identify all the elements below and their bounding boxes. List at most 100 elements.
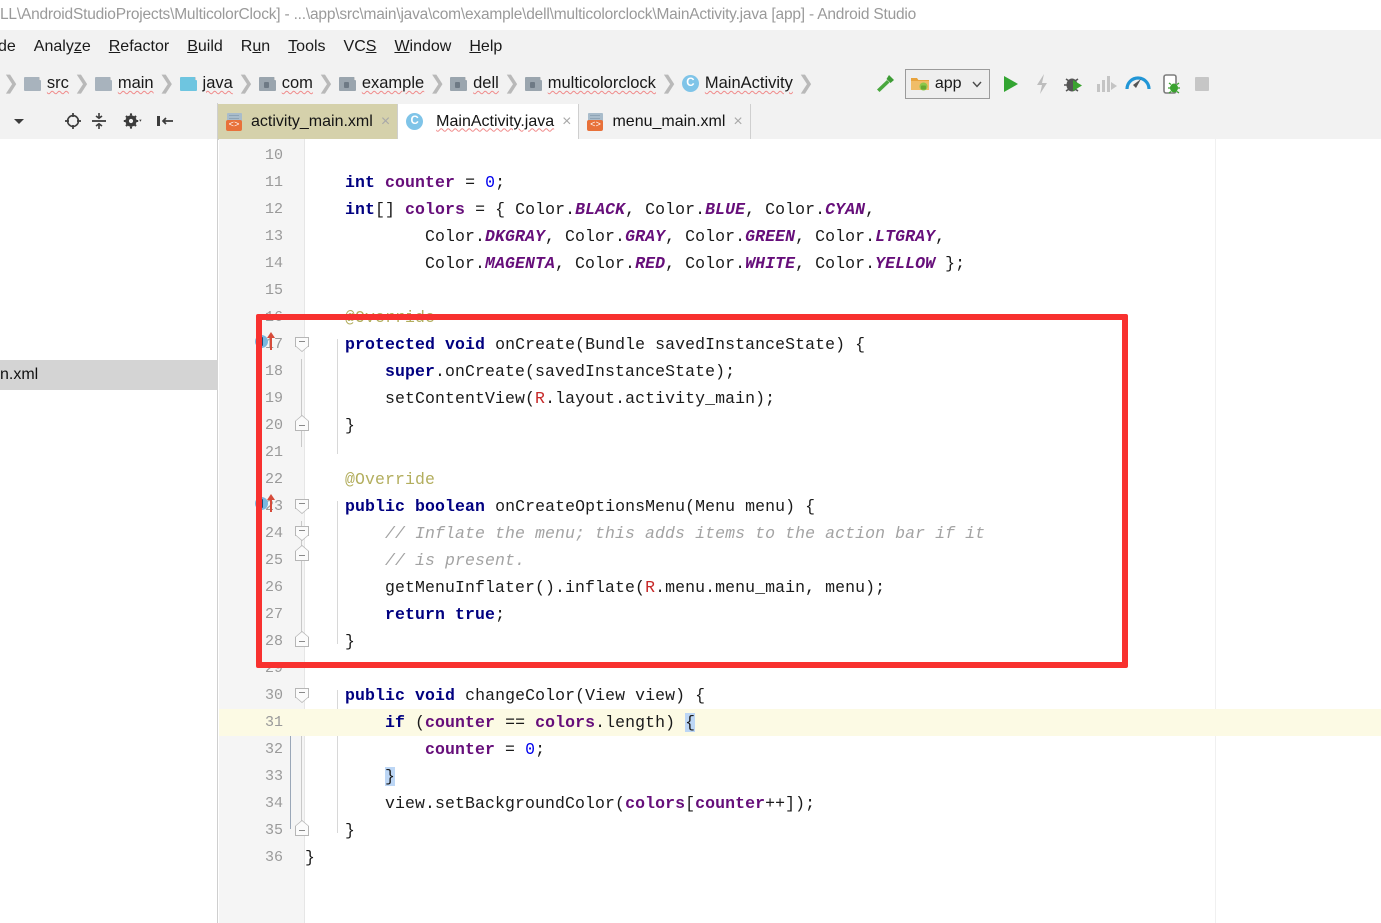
line-content[interactable]: int counter = 0; <box>305 169 505 196</box>
line-content[interactable]: } <box>305 817 355 844</box>
code-line-33[interactable]: 33 } <box>219 763 1381 790</box>
code-line-35[interactable]: 35 } <box>219 817 1381 844</box>
line-number: 25 <box>264 552 283 569</box>
code-line-18[interactable]: 18 super.onCreate(savedInstanceState); <box>219 358 1381 385</box>
menu-item-help[interactable]: Help <box>461 36 510 58</box>
menu-item-refactor[interactable]: Refactor <box>101 36 177 58</box>
collapse-all-icon[interactable] <box>86 108 112 134</box>
override-method-marker[interactable] <box>255 332 281 352</box>
line-content[interactable]: counter = 0; <box>305 736 545 763</box>
close-icon[interactable]: × <box>733 113 742 130</box>
menu-item-run[interactable]: Run <box>233 36 278 58</box>
menu-item-window[interactable]: Window <box>386 36 459 58</box>
tab-mainactivity-java[interactable]: C MainActivity.java × <box>398 104 580 139</box>
code-line-27[interactable]: 27 return true; <box>219 601 1381 628</box>
code-editor[interactable]: 10 11 int counter = 0; 12 int[] colors = {… <box>219 139 1381 923</box>
breadcrumb-item-example[interactable]: example <box>337 64 426 103</box>
code-line-36[interactable]: 36} <box>219 844 1381 871</box>
menu-item-analyze[interactable]: Analyze <box>26 36 99 58</box>
code-line-30[interactable]: 30 public void changeColor(View view) { <box>219 682 1381 709</box>
locate-target-icon[interactable] <box>60 108 86 134</box>
chevron-down-icon[interactable] <box>6 108 32 134</box>
line-content[interactable]: int[] colors = { Color.BLACK, Color.BLUE… <box>305 196 875 223</box>
breadcrumb-item-src[interactable]: src <box>22 64 71 103</box>
code-line-21[interactable]: 21 <box>219 439 1381 466</box>
menu-item-code[interactable]: de <box>0 36 24 58</box>
code-line-24[interactable]: 24 // Inflate the menu; this adds items … <box>219 520 1381 547</box>
code-line-25[interactable]: 25 // is present. <box>219 547 1381 574</box>
close-icon[interactable]: × <box>381 113 390 130</box>
line-content[interactable]: Color.DKGRAY, Color.GRAY, Color.GREEN, C… <box>305 223 945 250</box>
attach-debugger-phone-icon[interactable] <box>1154 68 1186 100</box>
code-line-28[interactable]: 28 } <box>219 628 1381 655</box>
run-play-icon[interactable] <box>994 68 1026 100</box>
fold-handle-collapse[interactable] <box>295 499 310 515</box>
code-line-12[interactable]: 12 int[] colors = { Color.BLACK, Color.B… <box>219 196 1381 223</box>
close-icon[interactable]: × <box>562 113 571 130</box>
hammer-icon[interactable] <box>869 68 901 100</box>
fold-handle-collapse[interactable] <box>295 337 310 353</box>
fold-handle-end[interactable] <box>295 545 310 561</box>
fold-handle-end[interactable] <box>295 415 310 431</box>
code-line-19[interactable]: 19 setContentView(R.layout.activity_main… <box>219 385 1381 412</box>
run-configuration-selector[interactable]: app <box>904 68 990 99</box>
line-content[interactable]: } <box>305 763 396 790</box>
tab-activity-main-xml[interactable]: <> activity_main.xml × <box>218 104 399 139</box>
line-content[interactable]: // is present. <box>305 547 525 574</box>
fold-handle-collapse[interactable] <box>295 688 310 704</box>
line-content[interactable]: return true; <box>305 601 505 628</box>
line-content[interactable]: } <box>305 412 355 439</box>
line-content[interactable]: if (counter == colors.length) { <box>305 709 696 736</box>
code-line-23[interactable]: 23 public boolean onCreateOptionsMenu(Me… <box>219 493 1381 520</box>
line-content[interactable]: Color.MAGENTA, Color.RED, Color.WHITE, C… <box>305 250 965 277</box>
breadcrumb-item-main[interactable]: main <box>93 64 156 103</box>
project-tree-selected-item[interactable]: n.xml <box>0 360 218 390</box>
code-line-11[interactable]: 11 int counter = 0; <box>219 169 1381 196</box>
breadcrumb-item-dell[interactable]: dell <box>448 64 501 103</box>
line-content[interactable]: } <box>305 628 355 655</box>
debug-bug-icon[interactable] <box>1058 68 1090 100</box>
line-content[interactable]: view.setBackgroundColor(colors[counter++… <box>305 790 815 817</box>
profiler-gauge-icon[interactable] <box>1122 68 1154 100</box>
code-line-31[interactable]: 31 if (counter == colors.length) { <box>219 709 1381 736</box>
line-content[interactable]: protected void onCreate(Bundle savedInst… <box>305 331 865 358</box>
tab-menu-main-xml[interactable]: <> menu_main.xml × <box>579 104 751 139</box>
menu-item-vcs[interactable]: VCS <box>336 36 385 58</box>
code-line-20[interactable]: 20 } <box>219 412 1381 439</box>
override-method-marker[interactable] <box>255 494 281 514</box>
code-line-29[interactable]: 29 <box>219 655 1381 682</box>
breadcrumb-item-java[interactable]: java <box>178 64 235 103</box>
line-content[interactable]: @Override <box>305 466 435 493</box>
code-line-34[interactable]: 34 view.setBackgroundColor(colors[counte… <box>219 790 1381 817</box>
line-content[interactable]: public boolean onCreateOptionsMenu(Menu … <box>305 493 815 520</box>
code-line-10[interactable]: 10 <box>219 142 1381 169</box>
gear-icon[interactable] <box>120 108 146 134</box>
project-tool-window[interactable]: n.xml <box>0 139 218 923</box>
line-content[interactable]: super.onCreate(savedInstanceState); <box>305 358 735 385</box>
hide-panel-icon[interactable] <box>152 108 178 134</box>
fold-handle-end[interactable] <box>295 820 310 836</box>
breadcrumb-item-mainactivity[interactable]: C MainActivity <box>680 64 795 103</box>
breadcrumb-item-multicolorclock[interactable]: multicolorclock <box>523 64 658 103</box>
code-line-15[interactable]: 15 <box>219 277 1381 304</box>
code-line-14[interactable]: 14 Color.MAGENTA, Color.RED, Color.WHITE… <box>219 250 1381 277</box>
fold-handle-end[interactable] <box>295 631 310 647</box>
line-number: 31 <box>264 714 283 731</box>
line-content[interactable]: } <box>305 844 315 871</box>
code-line-26[interactable]: 26 getMenuInflater().inflate(R.menu.menu… <box>219 574 1381 601</box>
chevron-down-icon[interactable] <box>970 77 984 91</box>
line-content[interactable]: getMenuInflater().inflate(R.menu.menu_ma… <box>305 574 885 601</box>
code-line-17[interactable]: 17 protected void onCreate(Bundle savedI… <box>219 331 1381 358</box>
code-line-22[interactable]: 22 @Override <box>219 466 1381 493</box>
line-content[interactable]: // Inflate the menu; this adds items to … <box>305 520 985 547</box>
code-line-16[interactable]: 16 @Override <box>219 304 1381 331</box>
fold-handle-collapse[interactable] <box>295 526 310 542</box>
line-content[interactable]: @Override <box>305 304 435 331</box>
code-line-13[interactable]: 13 Color.DKGRAY, Color.GRAY, Color.GREEN… <box>219 223 1381 250</box>
line-content[interactable]: setContentView(R.layout.activity_main); <box>305 385 775 412</box>
menu-item-build[interactable]: Build <box>179 36 231 58</box>
breadcrumb-item-com[interactable]: com <box>257 64 315 103</box>
line-content[interactable]: public void changeColor(View view) { <box>305 682 705 709</box>
code-line-32[interactable]: 32 counter = 0; <box>219 736 1381 763</box>
menu-item-tools[interactable]: Tools <box>280 36 333 58</box>
